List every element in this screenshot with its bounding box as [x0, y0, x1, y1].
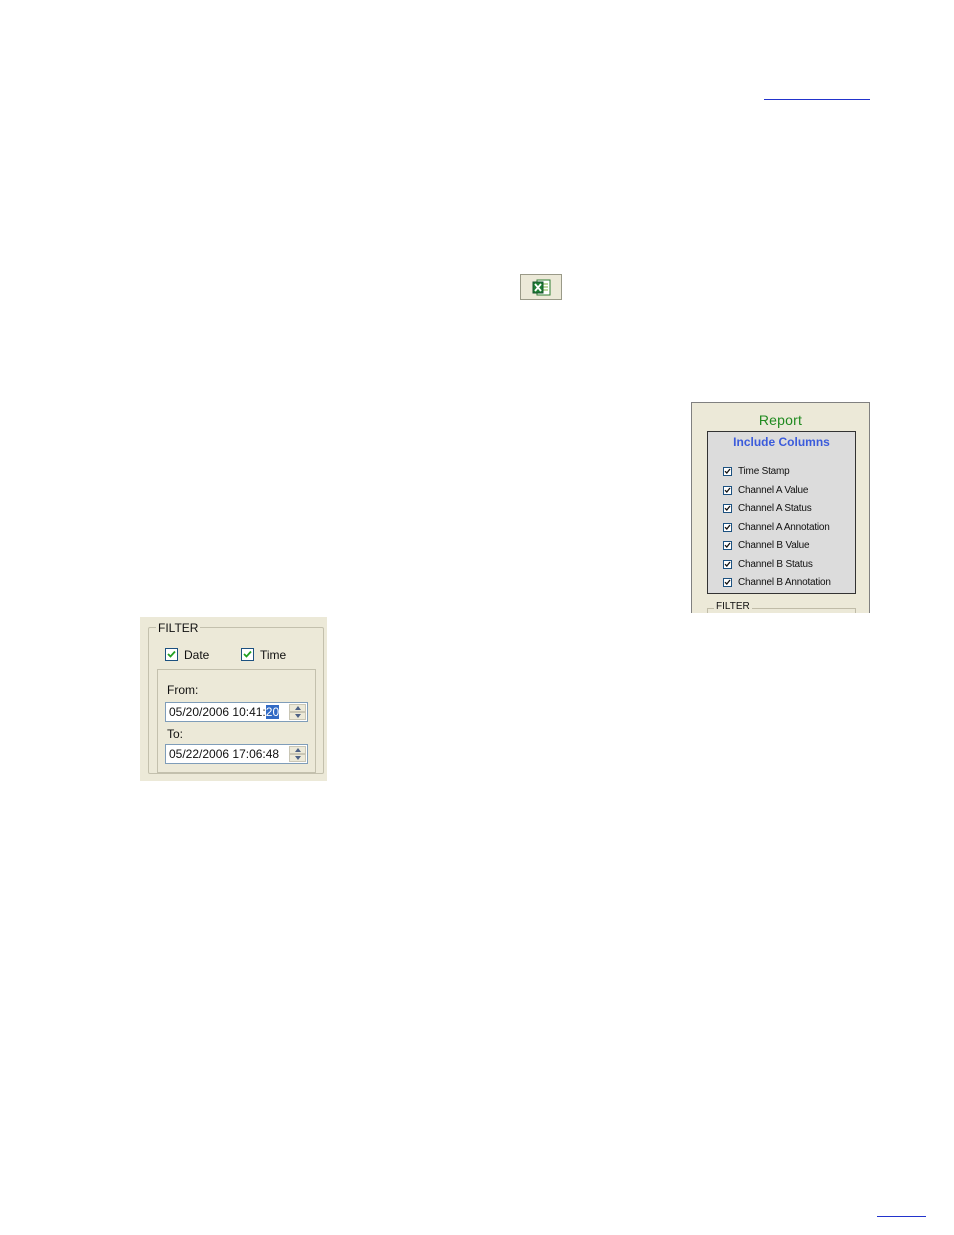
- include-column-row[interactable]: Time Stamp: [723, 464, 790, 478]
- to-spinner[interactable]: [289, 746, 306, 762]
- arrow-down-icon: [295, 714, 301, 718]
- include-column-label[interactable]: Channel B Annotation: [738, 577, 831, 588]
- include-column-checkbox[interactable]: [723, 540, 732, 550]
- include-column-row[interactable]: Channel B Status: [723, 557, 813, 571]
- checkmark-icon: [724, 542, 731, 548]
- checkmark-icon: [724, 561, 731, 567]
- include-column-label[interactable]: Channel A Status: [738, 503, 812, 514]
- include-column-label[interactable]: Channel A Value: [738, 485, 808, 496]
- time-checkbox[interactable]: [241, 648, 254, 661]
- arrow-up-icon: [295, 706, 301, 710]
- date-label[interactable]: Date: [184, 648, 209, 662]
- page-number-link[interactable]: [877, 1216, 926, 1217]
- checkmark-icon: [724, 468, 731, 474]
- from-seconds-selected[interactable]: 20: [265, 705, 280, 719]
- checkmark-icon: [724, 579, 731, 585]
- include-column-checkbox[interactable]: [723, 577, 732, 587]
- checkmark-icon: [243, 650, 252, 658]
- to-label: To:: [167, 727, 184, 741]
- arrow-down-icon: [295, 756, 301, 760]
- include-column-row[interactable]: Channel A Annotation: [723, 520, 830, 534]
- include-column-checkbox[interactable]: [723, 522, 732, 532]
- date-checkbox[interactable]: [165, 648, 178, 661]
- checkmark-icon: [724, 487, 731, 493]
- include-column-label[interactable]: Channel B Value: [738, 540, 810, 551]
- from-datetime-picker[interactable]: 05/20/2006 10:41:20: [165, 702, 308, 722]
- include-column-checkbox[interactable]: [723, 559, 732, 569]
- include-columns-group: Include Columns Time Stamp Channel A Valu…: [707, 431, 856, 594]
- include-column-row[interactable]: Channel B Value: [723, 538, 810, 552]
- include-column-label[interactable]: Channel A Annotation: [738, 522, 830, 533]
- page-link[interactable]: [764, 99, 870, 100]
- include-columns-title: Include Columns: [733, 435, 830, 449]
- spin-up-button[interactable]: [289, 746, 306, 754]
- report-panel: Report Include Columns Time Stamp Channel…: [691, 402, 870, 613]
- checkmark-icon: [167, 650, 176, 658]
- filter-label: FILTER: [156, 621, 201, 635]
- include-column-checkbox[interactable]: [723, 466, 732, 476]
- report-title: Report: [758, 412, 803, 428]
- from-spinner[interactable]: [289, 704, 306, 720]
- arrow-up-icon: [295, 748, 301, 752]
- to-datetime-value[interactable]: 05/22/2006 17:06:48: [169, 747, 279, 761]
- checkmark-icon: [724, 524, 731, 530]
- time-label[interactable]: Time: [260, 648, 286, 662]
- excel-icon: [532, 279, 551, 296]
- include-column-row[interactable]: Channel A Status: [723, 501, 812, 515]
- from-label: From:: [167, 683, 199, 697]
- to-datetime-picker[interactable]: 05/22/2006 17:06:48: [165, 744, 308, 764]
- spin-down-button[interactable]: [289, 754, 306, 762]
- include-column-row[interactable]: Channel A Value: [723, 483, 808, 497]
- include-column-checkbox[interactable]: [723, 485, 732, 495]
- checkmark-icon: [724, 505, 731, 511]
- spin-up-button[interactable]: [289, 704, 306, 712]
- include-column-label[interactable]: Time Stamp: [738, 466, 790, 477]
- include-column-checkbox[interactable]: [723, 503, 732, 513]
- include-column-label[interactable]: Channel B Status: [738, 559, 813, 570]
- filter-panel: FILTER Date Time From: 05/20/2006 10:41:…: [140, 617, 327, 781]
- spin-down-button[interactable]: [289, 712, 306, 720]
- report-filter-label: FILTER: [714, 601, 752, 612]
- from-datetime-value[interactable]: 05/20/2006 10:41:20: [169, 705, 280, 719]
- export-excel-button[interactable]: [520, 274, 562, 300]
- include-column-row[interactable]: Channel B Annotation: [723, 575, 831, 589]
